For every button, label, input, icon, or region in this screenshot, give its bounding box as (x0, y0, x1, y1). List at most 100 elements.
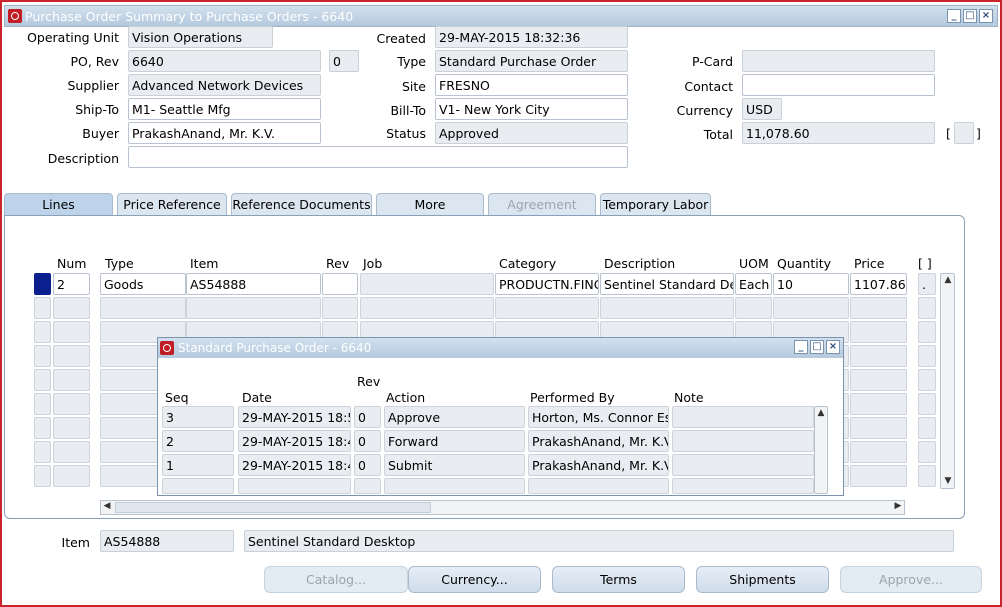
dialog-cell-performed-by[interactable] (528, 478, 669, 494)
dff-field[interactable] (954, 122, 974, 144)
dialog-cell-note[interactable] (672, 430, 814, 452)
dialog-cell-action[interactable]: Approve (384, 406, 525, 428)
terms-button[interactable]: Terms (552, 566, 685, 593)
table-cell-empty[interactable] (360, 297, 494, 319)
table-cell-empty[interactable] (34, 441, 51, 463)
table-cell-job[interactable] (360, 273, 494, 295)
table-cell-empty[interactable] (850, 441, 907, 463)
total-field[interactable]: 11,078.60 (742, 122, 935, 144)
tab-reference-documents[interactable]: Reference Documents (231, 193, 372, 216)
dialog-cell-action[interactable] (384, 478, 525, 494)
contact-field[interactable] (742, 74, 935, 96)
table-cell-empty[interactable] (34, 369, 51, 391)
row-selector[interactable] (34, 273, 51, 295)
tab-more[interactable]: More (376, 193, 484, 216)
table-cell-empty[interactable] (918, 345, 936, 367)
pcard-field[interactable] (742, 50, 935, 72)
dialog-cell-seq[interactable]: 3 (162, 406, 234, 428)
dialog-cell-performed-by[interactable]: PrakashAnand, Mr. K.V (528, 454, 669, 476)
dialog-scroll-up-icon[interactable]: ▲ (815, 408, 827, 418)
table-cell-empty[interactable] (850, 297, 907, 319)
dialog-cell-date[interactable]: 29-MAY-2015 18:4 (238, 454, 351, 476)
table-cell-empty[interactable] (918, 369, 936, 391)
table-cell-empty[interactable] (53, 465, 90, 487)
table-cell-empty[interactable] (850, 465, 907, 487)
table-cell-empty[interactable] (918, 321, 936, 343)
dialog-close-icon[interactable]: × (826, 340, 840, 354)
table-cell-type[interactable]: Goods (100, 273, 186, 295)
table-cell-empty[interactable] (53, 369, 90, 391)
table-cell-empty[interactable] (850, 369, 907, 391)
tab-agreement[interactable]: Agreement (488, 193, 596, 216)
table-cell-empty[interactable] (918, 465, 936, 487)
dialog-cell-rev[interactable]: 0 (354, 430, 381, 452)
table-cell-rev[interactable] (322, 273, 358, 295)
footer-item-field[interactable]: AS54888 (100, 530, 234, 552)
tab-temporary-labor[interactable]: Temporary Labor (600, 193, 711, 216)
dialog-cell-rev[interactable]: 0 (354, 406, 381, 428)
table-cell-empty[interactable] (53, 345, 90, 367)
dialog-cell-performed-by[interactable]: Horton, Ms. Connor Esc (528, 406, 669, 428)
table-cell-empty[interactable] (918, 441, 936, 463)
created-field[interactable]: 29-MAY-2015 18:32:36 (435, 26, 628, 48)
table-cell-empty[interactable] (735, 297, 772, 319)
table-cell-empty[interactable] (53, 297, 90, 319)
table-cell-price[interactable]: 1107.86 (850, 273, 907, 295)
table-cell-dff[interactable]: . (918, 273, 936, 295)
table-cell-empty[interactable] (34, 321, 51, 343)
dialog-cell-action[interactable]: Submit (384, 454, 525, 476)
table-cell-item[interactable]: AS54888 (186, 273, 321, 295)
buyer-field[interactable]: PrakashAnand, Mr. K.V. (128, 122, 321, 144)
table-cell-empty[interactable] (34, 345, 51, 367)
bill-to-field[interactable]: V1- New York City (435, 98, 628, 120)
operating-unit-field[interactable]: Vision Operations (128, 26, 273, 48)
scroll-up-icon[interactable]: ▲ (942, 275, 954, 285)
dialog-cell-action[interactable]: Forward (384, 430, 525, 452)
table-cell-empty[interactable] (34, 297, 51, 319)
table-cell-empty[interactable] (53, 417, 90, 439)
table-cell-empty[interactable] (918, 393, 936, 415)
footer-item-description[interactable]: Sentinel Standard Desktop (244, 530, 954, 552)
scroll-down-icon[interactable]: ▼ (942, 476, 954, 486)
dialog-maximize-icon[interactable]: □ (810, 340, 824, 354)
table-cell-num[interactable]: 2 (53, 273, 90, 295)
lines-vertical-scrollbar[interactable]: ▲ ▼ (940, 273, 955, 489)
table-cell-empty[interactable] (600, 297, 734, 319)
scroll-left-icon[interactable]: ◀ (101, 501, 113, 511)
table-cell-empty[interactable] (918, 417, 936, 439)
dialog-cell-seq[interactable]: 2 (162, 430, 234, 452)
table-cell-empty[interactable] (53, 321, 90, 343)
table-cell-empty[interactable] (850, 417, 907, 439)
tab-lines[interactable]: Lines (4, 193, 113, 216)
dialog-cell-rev[interactable]: 0 (354, 454, 381, 476)
table-cell-empty[interactable] (773, 297, 849, 319)
currency-field[interactable]: USD (742, 98, 782, 120)
dialog-cell-date[interactable]: 29-MAY-2015 18:4 (238, 430, 351, 452)
table-cell-empty[interactable] (34, 417, 51, 439)
scroll-thumb[interactable] (115, 502, 431, 513)
table-cell-category[interactable]: PRODUCTN.FINGOODS (495, 273, 599, 295)
table-cell-empty[interactable] (850, 345, 907, 367)
currency-button[interactable]: Currency... (408, 566, 541, 593)
table-cell-empty[interactable] (34, 465, 51, 487)
minimize-icon[interactable]: _ (947, 9, 961, 23)
table-cell-description[interactable]: Sentinel Standard Desktop (600, 273, 734, 295)
dialog-cell-date[interactable]: 29-MAY-2015 18:5 (238, 406, 351, 428)
lines-horizontal-scrollbar[interactable]: ◀ ▶ (100, 500, 905, 515)
dialog-minimize-icon[interactable]: _ (794, 340, 808, 354)
table-cell-empty[interactable] (850, 321, 907, 343)
dialog-cell-seq[interactable] (162, 478, 234, 494)
table-cell-empty[interactable] (322, 297, 358, 319)
table-cell-empty[interactable] (495, 297, 599, 319)
dialog-cell-note[interactable] (672, 478, 814, 494)
table-cell-empty[interactable] (186, 297, 321, 319)
dialog-vertical-scrollbar[interactable]: ▲ (814, 406, 828, 494)
dialog-cell-seq[interactable]: 1 (162, 454, 234, 476)
shipments-button[interactable]: Shipments (696, 566, 829, 593)
table-cell-empty[interactable] (918, 297, 936, 319)
table-cell-empty[interactable] (850, 393, 907, 415)
dialog-cell-rev[interactable] (354, 478, 381, 494)
type-field[interactable]: Standard Purchase Order (435, 50, 628, 72)
approve-button[interactable]: Approve... (840, 566, 982, 593)
table-cell-empty[interactable] (53, 393, 90, 415)
